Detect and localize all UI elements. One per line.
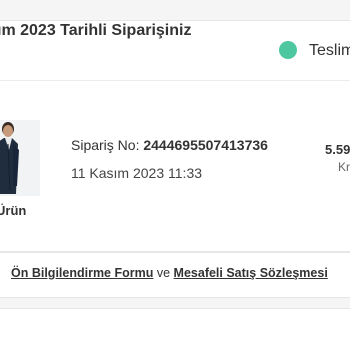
top-spacer (0, 0, 350, 20)
preliminary-info-form-link[interactable]: Ön Bilgilendirme Formu (11, 266, 153, 280)
order-number-label: Sipariş No: (71, 137, 140, 153)
order-price-sub: Kr (338, 160, 350, 174)
order-title: ım 2023 Tarihli Siparişiniz (0, 22, 192, 39)
distance-sales-contract-link[interactable]: Mesafeli Satış Sözleşmesi (174, 266, 328, 280)
order-price: 5.59 (325, 142, 350, 157)
order-status: Teslim (309, 42, 350, 59)
status-indicator-icon (279, 41, 297, 59)
order-number: Sipariş No: 2444695507413736 (71, 137, 268, 153)
agreements-line: Ön Bilgilendirme Formu ve Mesafeli Satış… (11, 266, 328, 280)
order-number-value: 2444695507413736 (143, 137, 268, 153)
agreements-connector: ve (156, 266, 171, 280)
product-jacket-icon (0, 120, 40, 196)
next-card (0, 308, 350, 351)
order-date: 11 Kasım 2023 11:33 (71, 165, 203, 181)
product-caption: Ürün (0, 203, 27, 218)
product-thumbnail[interactable] (0, 120, 40, 196)
